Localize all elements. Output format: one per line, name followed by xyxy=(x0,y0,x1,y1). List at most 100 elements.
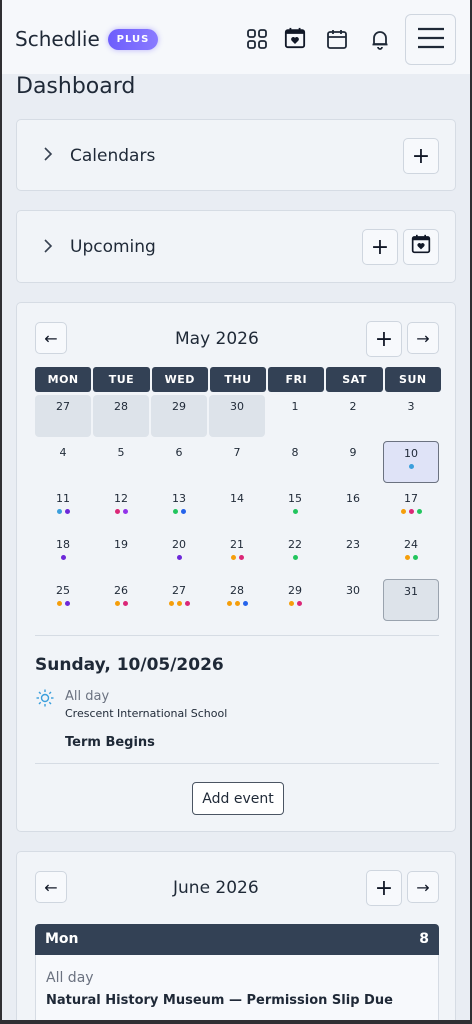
event-dot xyxy=(408,509,414,514)
event-title[interactable]: Natural History Museum — Permission Slip… xyxy=(46,993,393,1008)
prev-month-button[interactable]: ← xyxy=(35,322,67,354)
favorite-calendar-button[interactable] xyxy=(403,229,439,265)
day-number: 13 xyxy=(172,492,186,505)
day-number: 30 xyxy=(230,400,244,413)
event-dots xyxy=(384,464,438,469)
chevron-right-icon[interactable] xyxy=(43,238,53,257)
event-dot xyxy=(122,601,128,606)
day-cell[interactable]: 28 xyxy=(93,395,149,437)
day-cell[interactable]: 10 xyxy=(383,441,439,483)
event-dot xyxy=(56,601,62,606)
day-cell[interactable]: 28 xyxy=(209,579,265,621)
prev-month-button[interactable]: ← xyxy=(35,871,67,903)
day-cell[interactable]: 27 xyxy=(35,395,91,437)
add-event-month-button[interactable]: + xyxy=(366,321,402,357)
day-cell[interactable]: 7 xyxy=(209,441,265,483)
day-cell[interactable]: 24 xyxy=(383,533,439,575)
calendars-section[interactable]: Calendars + xyxy=(16,119,456,191)
event-dot xyxy=(184,601,190,606)
day-cell[interactable]: 27 xyxy=(151,579,207,621)
day-number: 20 xyxy=(172,538,186,551)
event-all-day-label: All day xyxy=(46,970,94,986)
day-number: 26 xyxy=(114,584,128,597)
day-cell[interactable]: 21 xyxy=(209,533,265,575)
plus-badge: PLUS xyxy=(108,29,158,50)
day-number: 1 xyxy=(291,400,299,413)
day-cell[interactable]: 23 xyxy=(325,533,381,575)
add-event-month-button[interactable]: + xyxy=(366,870,402,906)
day-cell[interactable]: 31 xyxy=(383,579,439,621)
event-dot xyxy=(292,509,298,514)
day-number: 18 xyxy=(56,538,70,551)
day-cell[interactable]: 26 xyxy=(93,579,149,621)
event-dot xyxy=(230,555,236,560)
day-cell[interactable]: 30 xyxy=(325,579,381,621)
day-cell[interactable]: 25 xyxy=(35,579,91,621)
day-cell[interactable]: 17 xyxy=(383,487,439,529)
event-dots xyxy=(267,555,323,560)
day-cell[interactable]: 8 xyxy=(267,441,323,483)
event-dot xyxy=(292,555,298,560)
agenda-event[interactable]: All day Natural History Museum — Permiss… xyxy=(35,955,439,1020)
day-cell[interactable]: 15 xyxy=(267,487,323,529)
day-cell[interactable]: 16 xyxy=(325,487,381,529)
add-calendar-button[interactable]: + xyxy=(403,138,439,174)
day-cell[interactable]: 5 xyxy=(93,441,149,483)
add-event-button[interactable]: Add event xyxy=(192,782,284,815)
event-dot xyxy=(404,555,410,560)
event-dot xyxy=(64,509,70,514)
favorite-calendar-icon[interactable] xyxy=(284,27,308,51)
day-cell[interactable]: 3 xyxy=(383,395,439,437)
day-cell[interactable]: 1 xyxy=(267,395,323,437)
event-dots xyxy=(267,509,323,514)
day-cell[interactable]: 29 xyxy=(267,579,323,621)
day-cell[interactable]: 20 xyxy=(151,533,207,575)
day-number: 2 xyxy=(349,400,357,413)
day-cell[interactable]: 19 xyxy=(93,533,149,575)
event-dot xyxy=(296,601,302,606)
day-cell[interactable]: 22 xyxy=(267,533,323,575)
sun-icon xyxy=(36,689,54,711)
next-month-button[interactable]: → xyxy=(407,322,439,354)
event-dot xyxy=(408,464,414,469)
day-cell[interactable]: 11 xyxy=(35,487,91,529)
upcoming-section[interactable]: Upcoming + xyxy=(16,210,456,283)
weekday-tue: TUE xyxy=(93,367,150,392)
day-cell[interactable]: 6 xyxy=(151,441,207,483)
event-dots xyxy=(151,555,207,560)
day-number: 27 xyxy=(172,584,186,597)
hamburger-menu-button[interactable] xyxy=(405,14,456,65)
day-cell[interactable]: 18 xyxy=(35,533,91,575)
event-dot xyxy=(168,601,174,606)
day-cell[interactable]: 12 xyxy=(93,487,149,529)
event-dot xyxy=(180,509,186,514)
day-cell[interactable]: 9 xyxy=(325,441,381,483)
day-number: 31 xyxy=(404,585,418,598)
weekday-mon: MON xyxy=(35,367,92,392)
day-number: 29 xyxy=(288,584,302,597)
chevron-right-icon[interactable] xyxy=(43,146,53,165)
day-number: 27 xyxy=(56,400,70,413)
day-number: 16 xyxy=(346,492,360,505)
day-cell[interactable]: 29 xyxy=(151,395,207,437)
event-dots xyxy=(93,601,149,606)
day-number: 24 xyxy=(404,538,418,551)
day-cell[interactable]: 13 xyxy=(151,487,207,529)
day-cell[interactable]: 14 xyxy=(209,487,265,529)
grid-icon[interactable] xyxy=(246,28,268,50)
upcoming-label[interactable]: Upcoming xyxy=(70,237,156,257)
next-month-button[interactable]: → xyxy=(407,871,439,903)
selected-date-heading: Sunday, 10/05/2026 xyxy=(35,655,224,675)
hamburger-menu-icon xyxy=(417,26,445,54)
event-dots xyxy=(383,555,439,560)
app-name[interactable]: Schedlie xyxy=(15,27,100,51)
add-upcoming-button[interactable]: + xyxy=(362,229,398,265)
calendar-icon[interactable] xyxy=(326,28,348,50)
event-title[interactable]: Term Begins xyxy=(65,735,155,750)
day-cell[interactable]: 4 xyxy=(35,441,91,483)
event-dots xyxy=(151,601,207,606)
bell-icon[interactable] xyxy=(369,28,391,50)
day-cell[interactable]: 30 xyxy=(209,395,265,437)
calendars-label[interactable]: Calendars xyxy=(70,146,155,166)
day-cell[interactable]: 2 xyxy=(325,395,381,437)
